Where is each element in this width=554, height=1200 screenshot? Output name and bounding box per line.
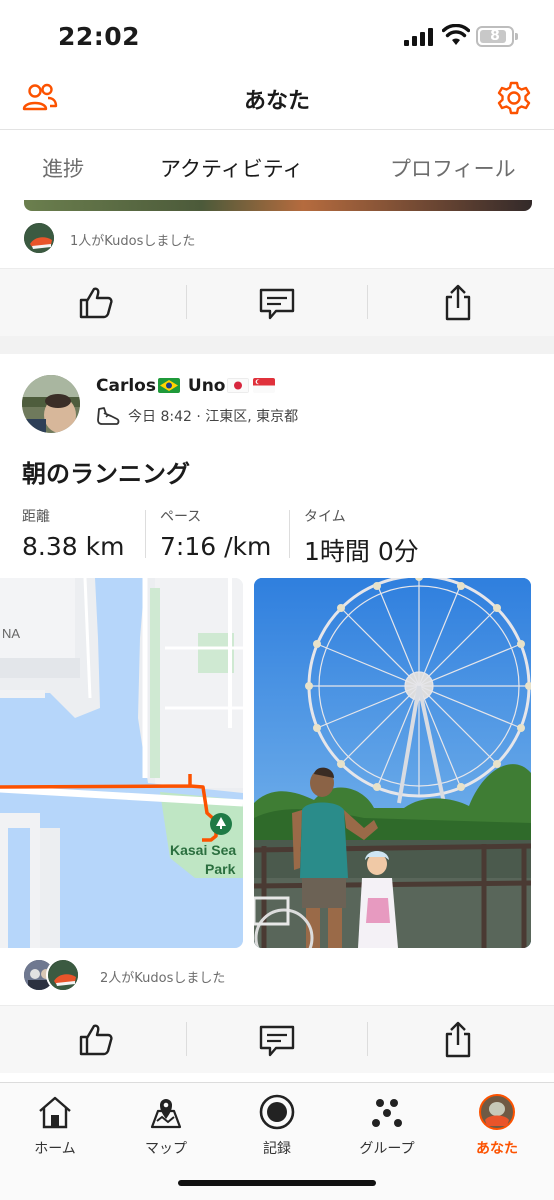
kudos-text: 1人がKudosしました	[70, 234, 196, 249]
stat-value: 8.38 km	[22, 532, 125, 561]
battery-level: 8	[490, 28, 500, 44]
home-icon	[39, 1096, 71, 1129]
japan-flag-icon	[227, 378, 250, 393]
stat-pace: ペース 7:16 /km	[160, 506, 271, 561]
status-bar: 22:02 8	[0, 0, 554, 70]
previous-action-bar	[0, 268, 554, 336]
stat-label: 距離	[22, 509, 50, 525]
tab-activities[interactable]: アクティビティ	[160, 153, 303, 183]
nav-map[interactable]: マップ	[116, 1091, 216, 1158]
stat-label: タイム	[304, 509, 346, 525]
tab-progress[interactable]: 進捗	[42, 153, 84, 183]
previous-kudos-row[interactable]: 1人がKudosしました	[22, 221, 322, 255]
kudos-avatar	[46, 958, 80, 992]
battery-icon: 8	[476, 26, 518, 47]
status-time: 22:02	[58, 22, 141, 51]
you-avatar-icon	[479, 1094, 515, 1130]
activity-photo[interactable]	[254, 578, 531, 948]
groups-icon	[372, 1099, 402, 1127]
record-icon	[259, 1094, 295, 1130]
nav-home[interactable]: ホーム	[5, 1091, 105, 1158]
route-map[interactable]: NA Kasai Sea Park	[0, 578, 243, 948]
activity-title[interactable]: 朝のランニング	[22, 454, 190, 489]
map-label-na: NA	[2, 626, 20, 641]
nav-label: 記録	[263, 1141, 291, 1157]
author-last-name: Uno	[187, 376, 226, 396]
kudos-thumbs-up-icon[interactable]	[76, 283, 116, 323]
home-indicator	[178, 1180, 376, 1186]
stat-time: タイム 1時間 0分	[304, 506, 419, 568]
singapore-flag-icon	[253, 378, 276, 393]
page-title: あなた	[243, 89, 310, 114]
comment-icon[interactable]	[257, 1020, 297, 1060]
kudos-text: 2人がKudosしました	[100, 971, 226, 986]
comment-icon[interactable]	[257, 283, 297, 323]
kudos-avatar	[22, 221, 56, 255]
map-label-park-line1: Kasai Sea	[170, 842, 236, 858]
stat-distance: 距離 8.38 km	[22, 506, 124, 561]
nav-record[interactable]: 記録	[227, 1091, 327, 1158]
top-header: あなた	[0, 70, 554, 130]
wifi-icon	[442, 24, 470, 45]
nav-label: グループ	[359, 1141, 415, 1157]
nav-label: マップ	[145, 1141, 187, 1157]
settings-gear-icon[interactable]	[496, 80, 532, 116]
map-label-park-line2: Park	[205, 861, 236, 877]
author-first-name: Carlos	[96, 376, 156, 396]
activity-date-location: 今日 8:42 · 江東区, 東京都	[128, 409, 299, 425]
brazil-flag-icon	[157, 378, 180, 393]
map-icon	[150, 1099, 182, 1129]
card-divider	[0, 336, 554, 354]
nav-label: ホーム	[34, 1141, 76, 1157]
share-icon[interactable]	[438, 283, 478, 323]
cellular-signal-icon	[404, 28, 434, 46]
author-name[interactable]: Carlos Uno	[96, 376, 277, 396]
previous-activity-photo[interactable]	[24, 200, 532, 211]
nav-groups[interactable]: グループ	[337, 1091, 437, 1158]
kudos-thumbs-up-icon[interactable]	[76, 1020, 116, 1060]
nav-you[interactable]: あなた	[447, 1091, 547, 1158]
tab-profile[interactable]: プロフィール	[390, 153, 516, 183]
activity-kudos-row[interactable]: 2人がKudosしました	[22, 958, 322, 992]
run-shoe-icon	[97, 407, 120, 425]
activity-action-bar	[0, 1005, 554, 1073]
nav-label: あなた	[476, 1141, 518, 1157]
stat-label: ペース	[160, 509, 202, 525]
stat-value: 1時間 0分	[304, 537, 419, 566]
tab-bar: 進捗 アクティビティ プロフィール	[0, 131, 554, 208]
share-icon[interactable]	[438, 1020, 478, 1060]
author-avatar[interactable]	[22, 375, 80, 433]
stat-value: 7:16 /km	[160, 532, 272, 561]
